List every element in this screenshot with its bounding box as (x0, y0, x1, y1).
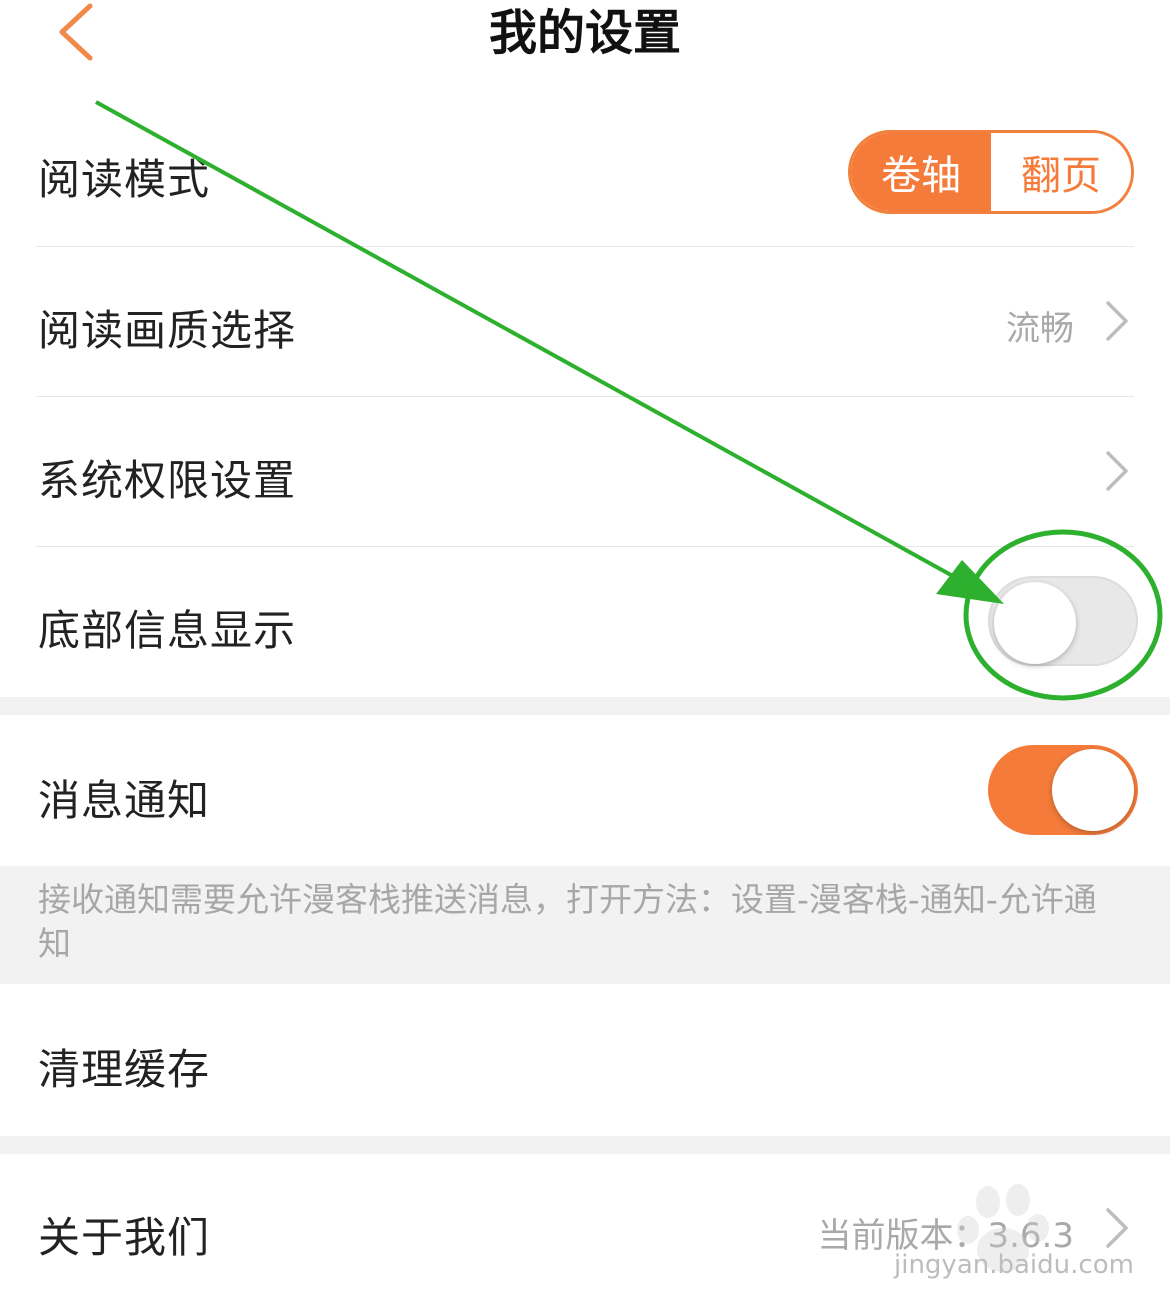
watermark-text: jingyan.baidu.com (894, 1250, 1134, 1280)
notifications-hint-box: 接收通知需要允许漫客栈推送消息，打开方法：设置-漫客栈-通知-允许通知 (0, 866, 1170, 984)
system-permissions-row[interactable]: 系统权限设置 (0, 397, 1170, 546)
notifications-label: 消息通知 (38, 776, 211, 825)
section-gap (0, 697, 1170, 715)
clear-cache-label: 清理缓存 (38, 1045, 211, 1094)
chevron-right-icon (1106, 301, 1128, 341)
section-gap (0, 1136, 1170, 1154)
notifications-hint-text: 接收通知需要允许漫客栈推送消息，打开方法：设置-漫客栈-通知-允许通知 (38, 880, 1097, 963)
toggle-knob (994, 582, 1076, 664)
reading-mode-label: 阅读模式 (38, 155, 211, 204)
reading-mode-segmented-control: 卷轴 翻页 (848, 130, 1134, 214)
chevron-right-icon (1106, 451, 1128, 491)
scroll-mode-option[interactable]: 卷轴 (851, 133, 991, 211)
page-title: 我的设置 (488, 5, 681, 61)
clear-cache-row[interactable]: 清理缓存 (0, 984, 1170, 1136)
page-flip-mode-option[interactable]: 翻页 (991, 133, 1131, 211)
image-quality-row[interactable]: 阅读画质选择 流畅 (0, 247, 1170, 396)
image-quality-label: 阅读画质选择 (38, 306, 297, 355)
toggle-knob (1052, 749, 1134, 831)
bottom-info-label: 底部信息显示 (38, 606, 297, 655)
top-bar: 我的设置 (0, 0, 1170, 96)
notifications-toggle[interactable] (988, 745, 1138, 835)
bottom-info-toggle[interactable] (988, 576, 1138, 666)
image-quality-value: 流畅 (1006, 309, 1074, 349)
system-permissions-label: 系统权限设置 (38, 456, 297, 505)
about-label: 关于我们 (38, 1213, 211, 1262)
